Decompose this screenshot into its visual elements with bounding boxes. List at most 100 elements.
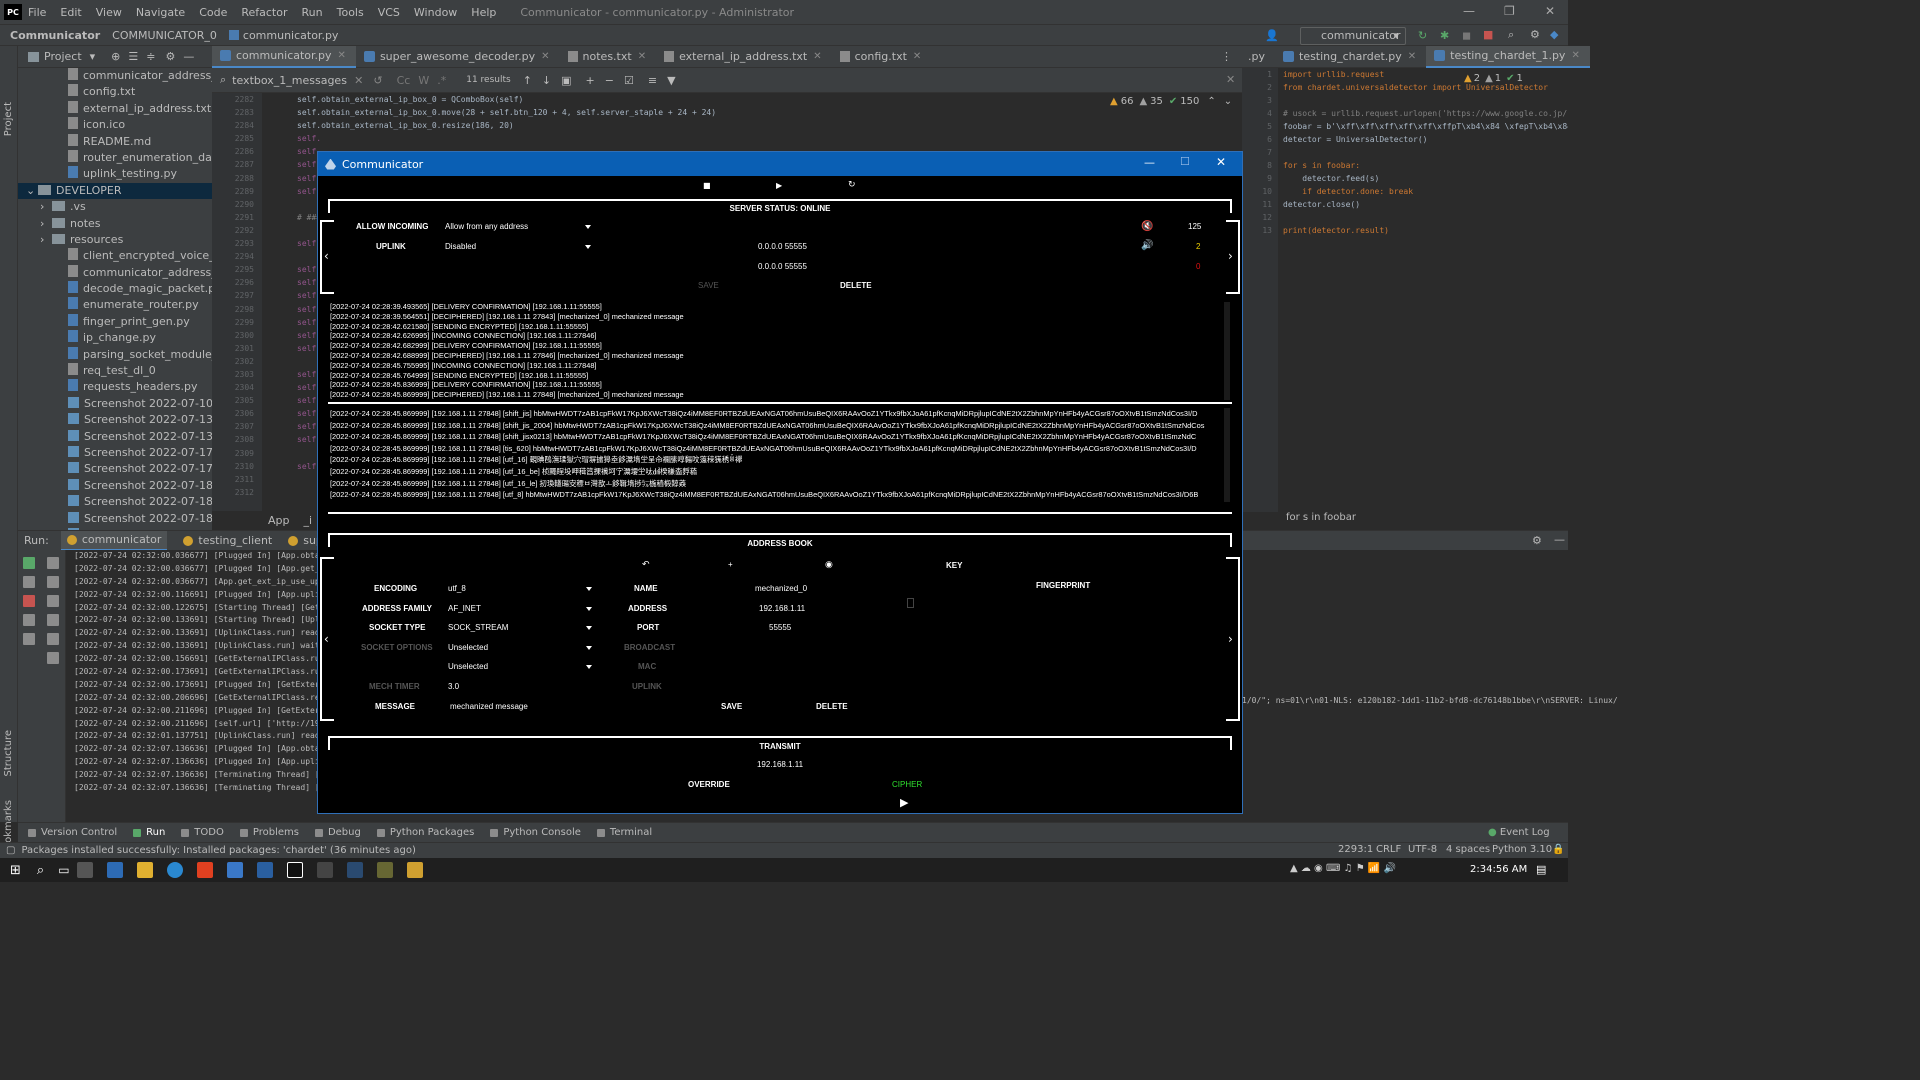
previous-server-icon[interactable]: ‹ xyxy=(324,249,329,263)
find-input[interactable]: textbox_1_messages xyxy=(232,74,352,87)
scroll-down-icon[interactable] xyxy=(46,576,59,588)
hide-icon[interactable]: — xyxy=(1554,533,1565,546)
chevron-right-icon[interactable]: › xyxy=(40,216,52,232)
system-tray-icons[interactable]: ▲ ☁ ◉ ⌨ ♫ ⚑ 📶 🔊 xyxy=(1290,863,1396,874)
tool-window-tab[interactable]: Version Control xyxy=(28,827,117,838)
name-input[interactable]: mechanized_0 xyxy=(755,584,807,593)
close-tab-icon[interactable]: ✕ xyxy=(638,46,646,68)
tree-item[interactable]: icon.ico xyxy=(18,117,212,133)
socket-options-select-2[interactable]: Unselected xyxy=(448,662,594,671)
message-input[interactable]: mechanized message xyxy=(450,702,528,711)
breadcrumb-class[interactable]: App xyxy=(268,514,290,527)
contact-save-button[interactable]: SAVE xyxy=(721,702,742,711)
tree-item[interactable]: Screenshot 2022-07-18 092618 xyxy=(18,494,212,510)
tree-item[interactable]: ⌄ DEVELOPER xyxy=(18,182,212,200)
tree-item[interactable]: config.txt xyxy=(18,84,212,100)
debug-icon[interactable]: ✱ xyxy=(1440,29,1449,42)
tree-item[interactable]: communicator_address_book xyxy=(18,68,212,84)
stop-server-icon[interactable]: ■ xyxy=(703,181,711,190)
tree-item[interactable]: client_encrypted_voice_com.p xyxy=(18,248,212,264)
chevron-up-icon[interactable]: ⌃ xyxy=(1207,96,1215,107)
breadcrumb-project[interactable]: Communicator xyxy=(10,29,100,42)
tree-item[interactable]: uplink_testing.py xyxy=(18,166,212,182)
hide-icon[interactable]: — xyxy=(183,50,194,63)
wrench-icon[interactable] xyxy=(23,576,35,588)
python-interpreter[interactable]: Python 3.10 xyxy=(1492,844,1552,855)
editor-tab[interactable]: communicator.py ✕ xyxy=(212,45,356,68)
right-code-editor[interactable]: import urllib.request from chardet.univer… xyxy=(1280,68,1568,512)
send-icon[interactable]: ▶ xyxy=(900,796,908,809)
run-config-select[interactable]: communicator ▾ xyxy=(1300,27,1406,45)
menu-code[interactable]: Code xyxy=(199,6,227,19)
decode-scrollbar[interactable] xyxy=(1224,408,1230,502)
settings-gear-icon[interactable]: ⚙ xyxy=(1530,28,1540,41)
allow-incoming-select[interactable]: Allow from any address xyxy=(445,222,593,231)
soft-wrap-icon[interactable] xyxy=(46,595,59,607)
override-button[interactable]: OVERRIDE xyxy=(688,780,730,789)
breadcrumb-method[interactable]: _i xyxy=(304,514,313,527)
tree-item[interactable]: communicator_address_book xyxy=(18,264,212,281)
menu-window[interactable]: Window xyxy=(414,6,457,19)
edge-icon[interactable] xyxy=(166,862,183,878)
menu-edit[interactable]: Edit xyxy=(60,6,81,19)
gear-icon[interactable]: ⚙ xyxy=(165,50,175,63)
line-separator[interactable]: CRLF xyxy=(1376,844,1401,855)
editor-tab[interactable]: super_awesome_decoder.py ✕ xyxy=(356,46,560,68)
menu-help[interactable]: Help xyxy=(471,6,496,19)
server-delete-button[interactable]: DELETE xyxy=(840,281,872,290)
tree-item[interactable]: README.md xyxy=(18,133,212,150)
tree-item[interactable]: Screenshot 2022-07-13 160939 xyxy=(18,412,212,428)
chevron-right-icon[interactable]: › xyxy=(40,199,52,215)
menu-tools[interactable]: Tools xyxy=(337,6,364,19)
decode-textbox[interactable]: [2022-07-24 02:28:45.869999] [192.168.1.… xyxy=(330,408,1223,502)
tree-item[interactable]: parsing_socket_module_and_e xyxy=(18,346,212,363)
communicator-taskbar-icon[interactable] xyxy=(406,862,423,878)
close-tab-icon[interactable]: ✕ xyxy=(913,46,921,68)
tree-item[interactable]: Screenshot 2022-07-17 174339 xyxy=(18,461,212,477)
run-tab[interactable]: communicator xyxy=(60,530,168,551)
file-encoding[interactable]: UTF-8 xyxy=(1408,844,1437,855)
next-match-icon[interactable]: ↓ xyxy=(542,74,551,87)
indent-setting[interactable]: 4 spaces xyxy=(1446,844,1490,855)
next-contact-icon[interactable]: › xyxy=(1228,632,1233,646)
close-icon[interactable]: ✕ xyxy=(1216,155,1226,169)
whole-words-toggle[interactable]: W xyxy=(418,74,429,87)
select-all-occurrences-icon[interactable]: ▣ xyxy=(561,74,571,87)
in-selection-icon[interactable]: ≡ xyxy=(648,74,657,87)
communicator-title-bar[interactable]: Communicator — ☐ ✕ xyxy=(318,152,1242,176)
tool-window-tab[interactable]: Python Console xyxy=(490,827,581,838)
close-tab-icon[interactable]: ✕ xyxy=(1408,46,1416,68)
server-save-button[interactable]: SAVE xyxy=(698,281,719,290)
gear-icon[interactable]: ⚙ xyxy=(1532,534,1542,547)
collapse-all-icon[interactable]: ≑ xyxy=(146,50,155,63)
minimize-icon[interactable]: — xyxy=(1463,4,1475,18)
taskbar-app-icon[interactable] xyxy=(376,862,393,878)
layout-icon[interactable] xyxy=(23,614,35,626)
address-input[interactable]: 192.168.1.11 xyxy=(759,604,805,613)
task-view-icon[interactable]: ▭ xyxy=(58,863,69,877)
mail-icon[interactable] xyxy=(226,862,243,878)
lock-icon[interactable]: 🔒 xyxy=(1552,844,1564,855)
tree-item[interactable]: decode_magic_packet.py xyxy=(18,281,212,297)
taskbar-app-icon[interactable] xyxy=(76,862,93,878)
history-icon[interactable]: ↺ xyxy=(373,74,382,87)
pycharm-taskbar-icon[interactable] xyxy=(286,862,303,878)
restore-icon[interactable]: ❐ xyxy=(1504,4,1515,18)
tree-item[interactable]: router_enumeration_data.txt xyxy=(18,149,212,166)
tree-item[interactable]: finger_print_gen.py xyxy=(18,313,212,330)
cipher-button[interactable]: CIPHER xyxy=(892,780,922,789)
rerun-icon[interactable] xyxy=(23,557,35,569)
add-contact-icon[interactable]: + xyxy=(728,560,733,569)
menu-navigate[interactable]: Navigate xyxy=(136,6,185,19)
close-tab-icon[interactable]: ✕ xyxy=(338,45,346,67)
notification-icon[interactable]: ▤ xyxy=(1536,863,1546,876)
coverage-icon[interactable]: ◼ xyxy=(1462,29,1471,42)
port-input[interactable]: 55555 xyxy=(769,623,791,632)
copy-icon[interactable] xyxy=(907,598,914,608)
tree-item[interactable]: Screenshot 2022-07-13 165418 xyxy=(18,429,212,445)
scroll-to-end-icon[interactable] xyxy=(46,614,59,626)
editor-tab[interactable]: testing_chardet_1.py ✕ xyxy=(1426,45,1590,68)
print-icon[interactable] xyxy=(46,633,59,645)
menu-vcs[interactable]: VCS xyxy=(378,6,400,19)
address-family-select[interactable]: AF_INET xyxy=(448,604,594,613)
